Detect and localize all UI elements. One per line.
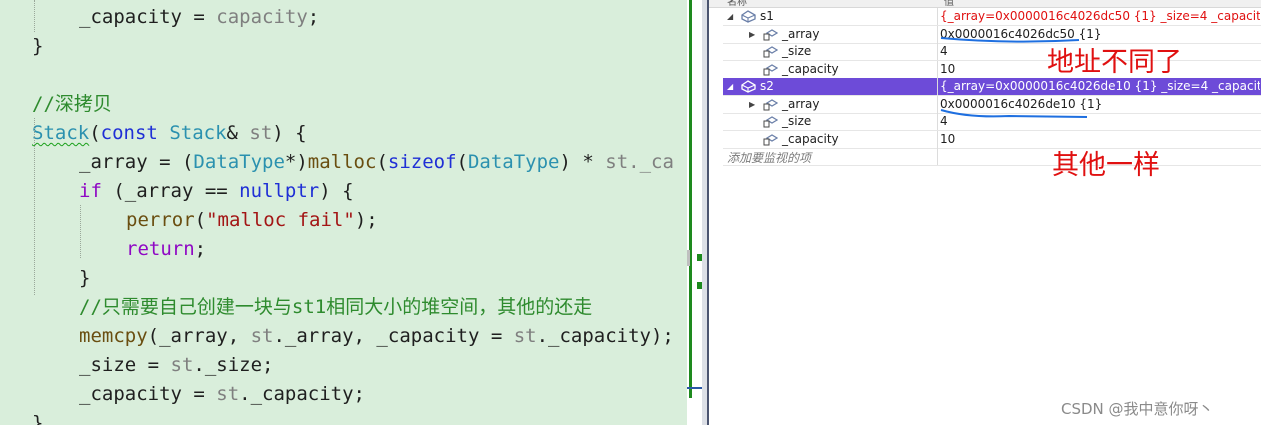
code-token: ._capacity; (239, 383, 366, 405)
code-token: st (250, 325, 274, 347)
code-line: _capacity = st._capacity; (79, 380, 365, 409)
code-line: if (_array == nullptr) { (79, 177, 354, 206)
code-token: _array = ( (79, 151, 194, 173)
code-token: *) (284, 151, 308, 173)
code-token: //只需要自己创建一块与st1相同大小的堆空间，其他的还走 (79, 296, 593, 318)
code-token: st (605, 151, 629, 173)
underline-s2-array (940, 109, 1088, 118)
code-token: _size = (79, 354, 171, 376)
code-token: //深拷贝 (32, 93, 112, 115)
indent-guide (34, 0, 35, 32)
add-watch-item[interactable]: 添加要监视的项 (727, 149, 811, 166)
code-line: } (32, 409, 43, 425)
code-token: _capacity = (79, 6, 217, 28)
code-token: ._array, _capacity = (273, 325, 514, 347)
code-token: (_array, (147, 325, 251, 347)
annotation-address-diff: 地址不同了 (1047, 47, 1182, 78)
watch-window[interactable]: 名称 值 ◢ s1 {_array=0x0000016c4026dc50 {1} _… (707, 0, 1261, 425)
code-token: ( (89, 122, 101, 144)
code-token: st (513, 325, 537, 347)
code-token: st (170, 354, 194, 376)
scrollbar-thumb[interactable] (687, 250, 690, 266)
code-token: st (216, 383, 240, 405)
annotation-others-same: 其他一样 (1052, 150, 1160, 181)
code-token: sizeof (387, 151, 457, 173)
code-token: DataType (193, 151, 285, 173)
indent-guide (80, 205, 81, 258)
code-token: ) { (319, 180, 354, 202)
editor-scrollbar-gutter[interactable] (687, 0, 707, 425)
code-line: //深拷贝 (32, 90, 112, 119)
code-line: Stack(const Stack& st) { (32, 119, 307, 148)
code-line: } (79, 264, 90, 293)
code-token: ; (194, 238, 207, 260)
code-token: ( (456, 151, 468, 173)
code-token: perror (126, 209, 195, 231)
code-line: return; (126, 235, 206, 264)
code-token: _capacity = (79, 383, 217, 405)
code-line: _array = (DataType*)malloc(sizeof(DataTy… (79, 148, 674, 177)
code-token: ._size; (193, 354, 274, 376)
code-token: ; (307, 6, 320, 28)
code-token: ) { (272, 122, 307, 144)
code-token: DataType (467, 151, 560, 173)
code-token: } (32, 35, 44, 57)
code-line: } (32, 32, 43, 61)
code-token: Stack (32, 122, 90, 144)
code-token: nullptr (239, 180, 320, 202)
code-editor[interactable]: _capacity = capacity;}//深拷贝 Stack(const S… (0, 0, 687, 425)
code-token: ( (376, 151, 388, 173)
code-token: & (226, 122, 250, 144)
code-token: if (79, 180, 102, 202)
code-line: _capacity = capacity; (79, 3, 319, 32)
code-token: ._ca (628, 151, 674, 173)
code-token: } (32, 412, 44, 425)
code-token: ._capacity); (536, 325, 674, 347)
code-token: (_array == (101, 180, 240, 202)
code-token: "malloc fail" (206, 209, 355, 231)
indent-guide (34, 118, 35, 295)
code-token: ); (354, 209, 378, 231)
code-token: return (126, 238, 195, 260)
code-token: ) * (559, 151, 606, 173)
watermark: CSDN @我中意你呀丶 (1061, 400, 1214, 418)
code-token: Stack (169, 122, 227, 144)
code-token: } (79, 267, 91, 289)
change-indicator-bar (689, 0, 692, 398)
code-token: const (100, 122, 158, 144)
code-line: perror("malloc fail"); (126, 206, 378, 235)
code-token: malloc (307, 151, 377, 173)
code-token: memcpy (79, 325, 148, 347)
code-token: capacity (216, 6, 308, 28)
code-line: memcpy(_array, st._array, _capacity = st… (79, 322, 674, 351)
code-line: //只需要自己创建一块与st1相同大小的堆空间，其他的还走 (79, 293, 592, 322)
code-line: _size = st._size; (79, 351, 273, 380)
code-token: ( (194, 209, 207, 231)
code-token: st (249, 122, 273, 144)
